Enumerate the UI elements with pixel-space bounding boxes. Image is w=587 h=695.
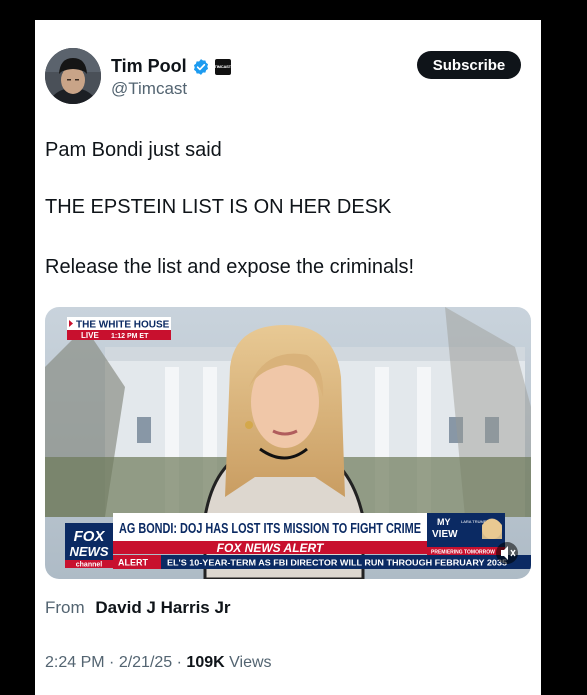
- volume-mute-icon[interactable]: [496, 542, 518, 564]
- ticker-text: EL'S 10-YEAR-TERM AS FBI DIRECTOR WILL R…: [167, 558, 507, 568]
- meta-separator: ·: [172, 654, 187, 671]
- verified-badge-icon: [193, 58, 208, 75]
- video-player[interactable]: THE WHITE HOUSE LIVE 1:12 PM ET FOX NEWS…: [45, 307, 531, 579]
- video-frame: THE WHITE HOUSE LIVE 1:12 PM ET FOX NEWS…: [45, 307, 531, 579]
- author-handle[interactable]: @Timcast: [111, 79, 187, 99]
- tweet-text-line-2: THE EPSTEIN LIST IS ON HER DESK: [45, 196, 392, 218]
- tweet-date[interactable]: 2/21/25: [119, 654, 172, 671]
- affiliate-badge-icon[interactable]: TIMCAST: [215, 58, 231, 75]
- fox-news-logo: FOX NEWS channel: [65, 523, 113, 569]
- ticker-label: ALERT: [118, 558, 148, 568]
- views-count: 109K: [186, 654, 225, 671]
- tweet-text-line-1: Pam Bondi just said: [45, 139, 222, 161]
- svg-text:PREMIERING TOMORROW: PREMIERING TOMORROW: [431, 550, 495, 556]
- author-name-row[interactable]: Tim Pool TIMCAST: [111, 56, 231, 77]
- svg-text:VIEW: VIEW: [432, 529, 458, 540]
- source-label: From: [45, 598, 85, 617]
- alert-banner-text: FOX NEWS ALERT: [217, 541, 325, 555]
- meta-separator: ·: [104, 654, 119, 671]
- author-avatar[interactable]: [45, 48, 101, 104]
- svg-text:channel: channel: [76, 562, 103, 569]
- promo-box: MY VIEW LARA TRUMP PREMIERING TOMORROW: [427, 513, 505, 556]
- subscribe-button[interactable]: Subscribe: [417, 51, 521, 79]
- headline-text: AG BONDI: DOJ HAS LOST ITS MISSION TO FI…: [119, 521, 421, 537]
- svg-text:MY: MY: [437, 517, 451, 527]
- tweet-meta: 2:24 PM · 2/21/25 · 109K Views: [45, 654, 272, 672]
- location-bug-text: THE WHITE HOUSE: [76, 320, 170, 331]
- media-source: From David J Harris Jr: [45, 598, 231, 618]
- avatar-image: [45, 48, 101, 104]
- svg-text:LARA TRUMP: LARA TRUMP: [461, 519, 487, 524]
- svg-text:FOX: FOX: [74, 528, 106, 545]
- tweet-text-line-3: Release the list and expose the criminal…: [45, 256, 415, 278]
- live-label: LIVE: [81, 331, 99, 340]
- tweet-time[interactable]: 2:24 PM: [45, 654, 105, 671]
- source-name-link[interactable]: David J Harris Jr: [95, 598, 230, 617]
- author-name[interactable]: Tim Pool: [111, 56, 187, 77]
- tweet-card: Tim Pool TIMCAST @Timcast Subscribe Pam …: [35, 20, 541, 695]
- live-time: 1:12 PM ET: [111, 333, 149, 340]
- svg-text:NEWS: NEWS: [70, 544, 109, 559]
- views-label: Views: [229, 654, 272, 671]
